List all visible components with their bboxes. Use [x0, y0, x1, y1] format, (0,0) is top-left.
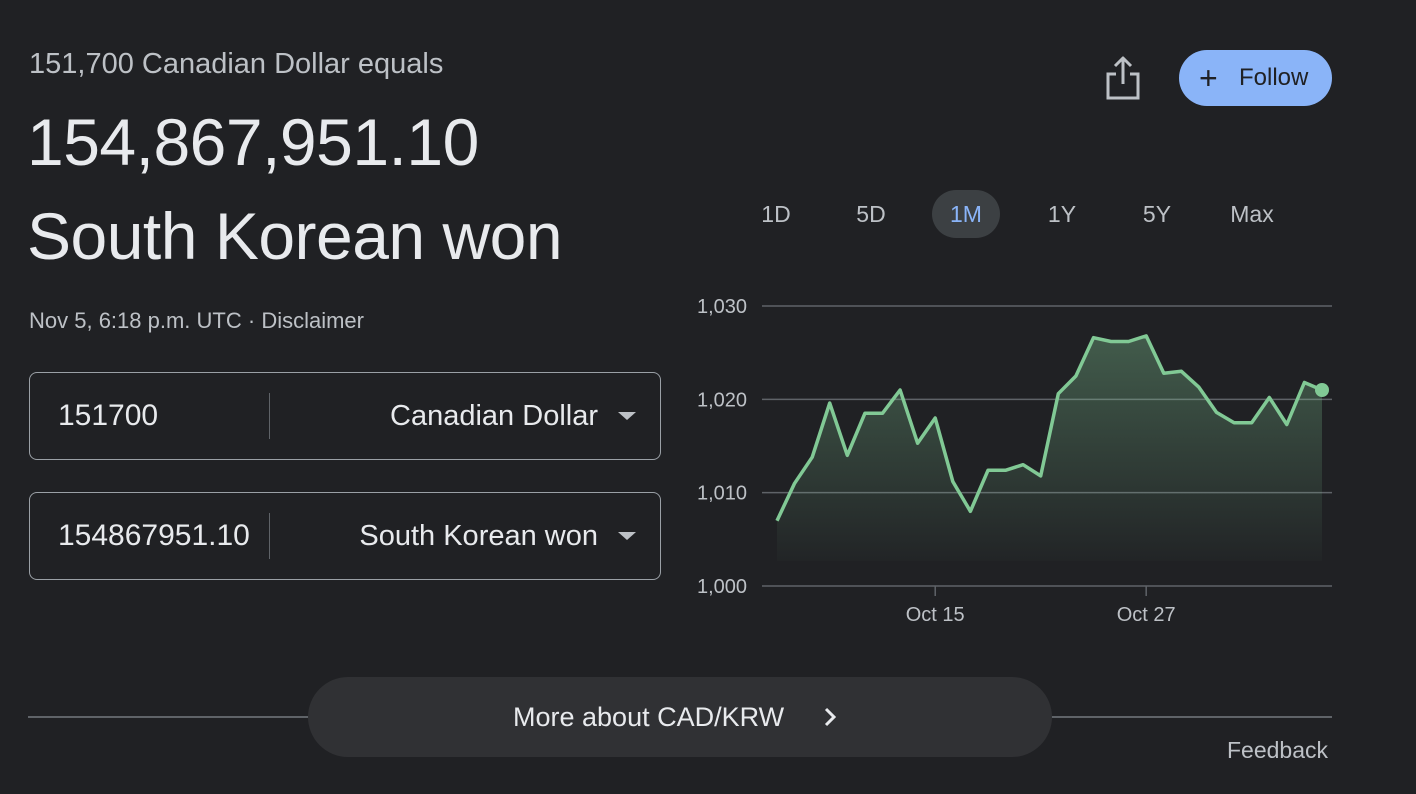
chevron-right-icon [824, 707, 837, 727]
area-fill [777, 335, 1322, 561]
more-about-label: More about CAD/KRW [513, 702, 785, 732]
y-tick-label: 1,010 [697, 483, 747, 505]
current-value-marker [1315, 383, 1329, 397]
y-tick-label: 1,030 [697, 296, 747, 318]
exchange-rate-chart: 1,000 1,010 1,020 1,030 Oct 15 Oct 27 [697, 296, 1332, 626]
divider-right [1050, 716, 1332, 718]
x-tick-label: Oct 27 [1117, 604, 1176, 626]
more-about-button[interactable]: More about CAD/KRW [308, 677, 1052, 757]
x-tick-label: Oct 15 [906, 604, 965, 626]
divider-left [28, 716, 310, 718]
feedback-link[interactable]: Feedback [1227, 737, 1328, 764]
y-tick-label: 1,000 [697, 576, 747, 598]
y-tick-label: 1,020 [697, 389, 747, 411]
